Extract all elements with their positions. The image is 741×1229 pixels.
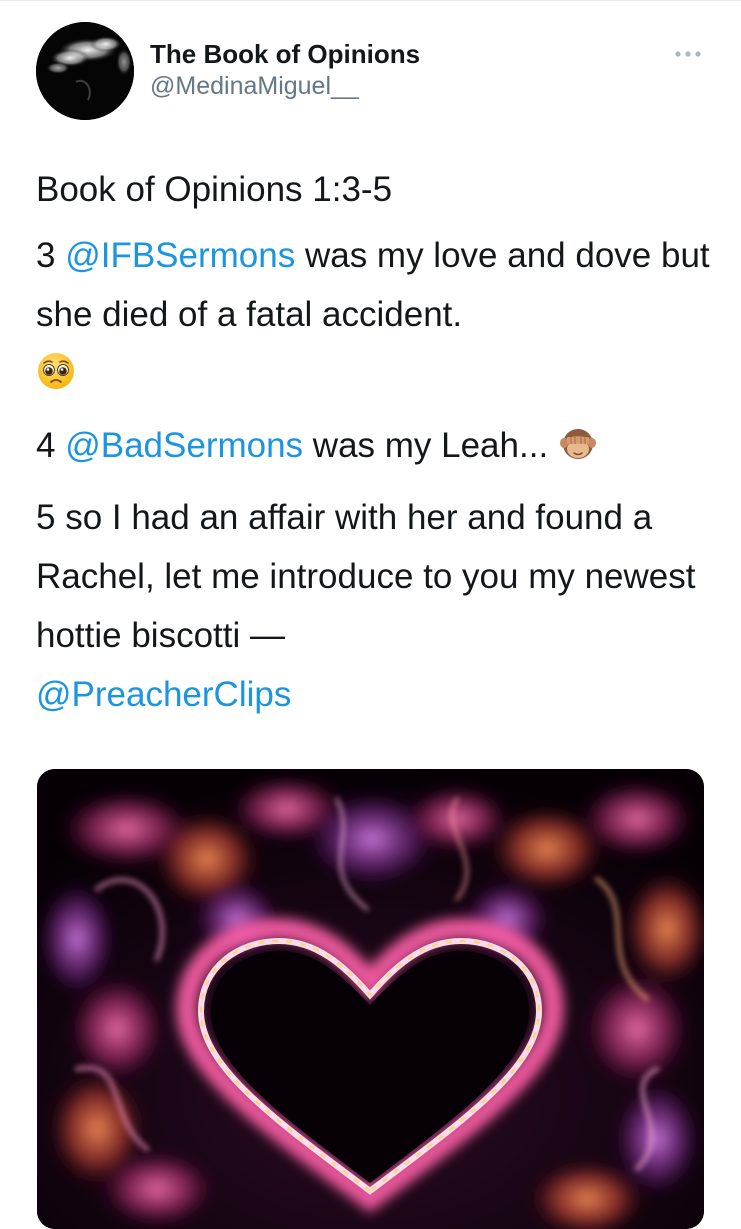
tweet-media-gif[interactable] [37, 769, 704, 1229]
see-no-evil-monkey-emoji-icon [558, 422, 598, 481]
author-handle[interactable]: @MedinaMiguel__ [150, 70, 420, 102]
top-divider [0, 0, 741, 1]
mention-preacherclips-link[interactable]: @PreacherClips [36, 675, 291, 714]
more-options-button[interactable] [670, 44, 706, 64]
mention-badsermons-link[interactable]: @BadSermons [65, 426, 303, 465]
tweet-text: Book of Opinions 1:3-5 3 @IFBSermons was… [36, 160, 716, 731]
verse-4-line: 4 @BadSermons was my Leah... [36, 416, 716, 481]
tweet-title-line: Book of Opinions 1:3-5 [36, 170, 393, 209]
author-display-name[interactable]: The Book of Opinions [150, 38, 420, 70]
pleading-face-emoji-icon [36, 350, 76, 409]
avatar[interactable] [36, 22, 134, 120]
ellipsis-icon [675, 51, 701, 57]
verse-3-line: 3 @IFBSermons was my love and dove but s… [36, 226, 716, 409]
tweet-header: The Book of Opinions @MedinaMiguel__ [36, 22, 706, 122]
mention-ifbsermons-link[interactable]: @IFBSermons [65, 236, 295, 275]
verse-5-line: 5 so I had an affair with her and found … [36, 498, 696, 714]
avatar-smoke-icon [36, 22, 134, 120]
author-names: The Book of Opinions @MedinaMiguel__ [150, 38, 420, 102]
glowing-heart-image [37, 769, 704, 1229]
